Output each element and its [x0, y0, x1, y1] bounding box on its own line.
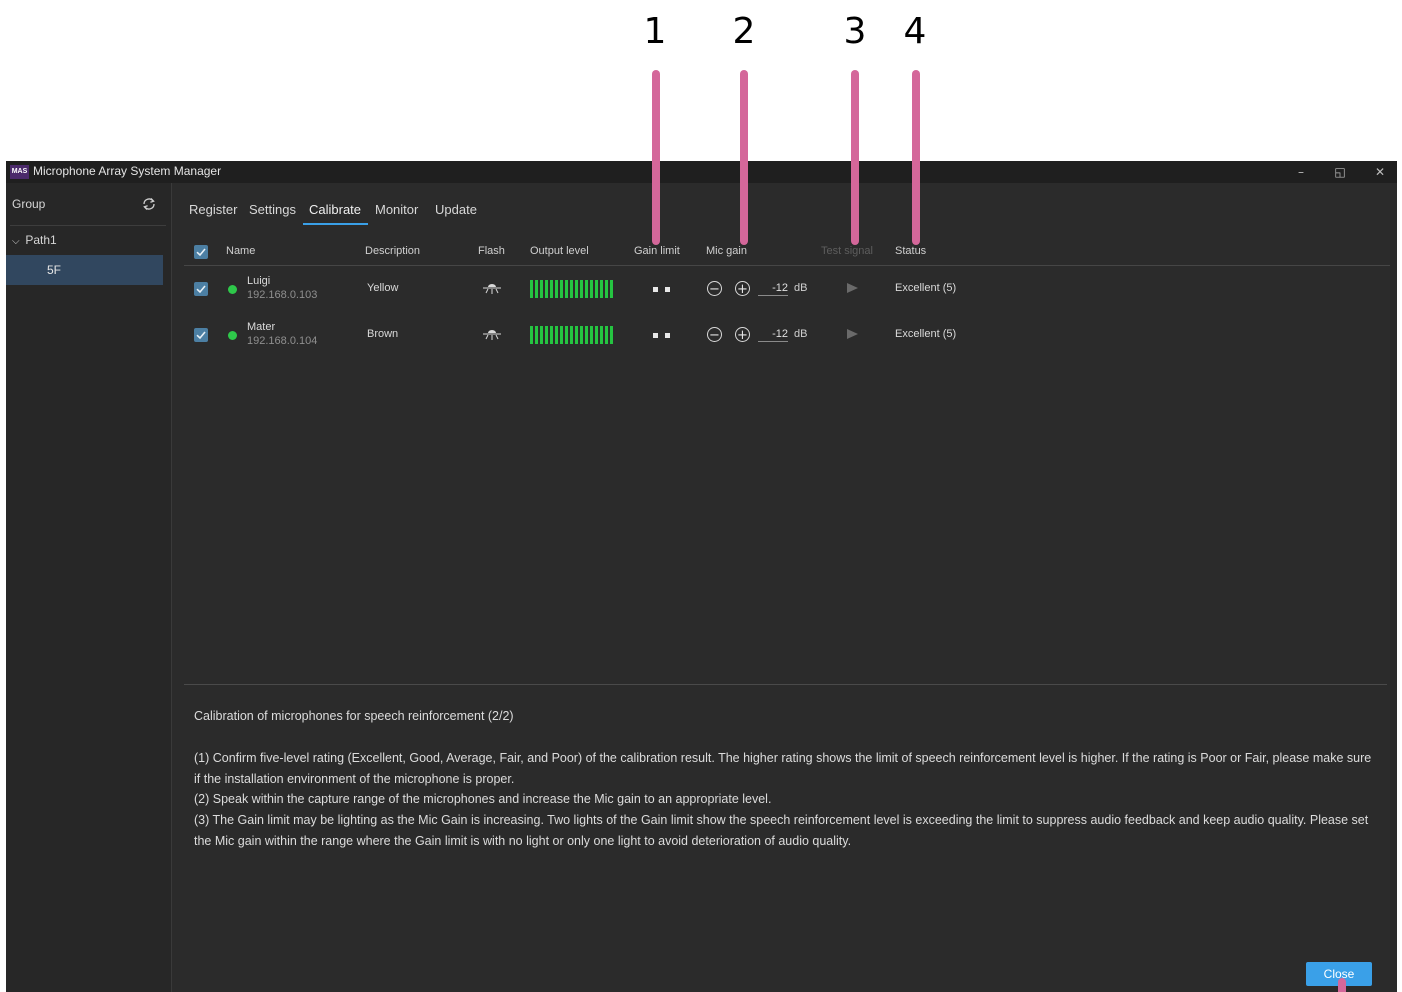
- select-all-checkbox[interactable]: [194, 245, 208, 259]
- refresh-icon[interactable]: [140, 195, 158, 213]
- table-header-divider: [184, 265, 1390, 266]
- tree-item-5f[interactable]: 5F: [6, 255, 163, 285]
- mic-gain-value[interactable]: -12: [758, 282, 788, 296]
- active-tab-indicator: [303, 223, 368, 225]
- info-paragraph-1: (1) Confirm five-level rating (Excellent…: [194, 751, 1372, 786]
- callout-2: 2: [732, 11, 756, 52]
- tab-monitor[interactable]: Monitor: [375, 202, 418, 217]
- info-paragraph-3: (3) The Gain limit may be lighting as th…: [194, 813, 1369, 848]
- group-label: Group: [12, 197, 46, 211]
- tree-floor-label: 5F: [47, 263, 62, 277]
- test-signal-play-icon: [847, 329, 858, 339]
- calibration-status: Excellent (5): [895, 328, 957, 340]
- sidebar-divider: [10, 225, 166, 226]
- chevron-down-icon: ⌵: [12, 236, 20, 247]
- mic-gain-unit: dB: [794, 328, 808, 340]
- gain-limit-light: [665, 287, 670, 292]
- restore-button[interactable]: ◱: [1329, 163, 1351, 181]
- callout-line-1: [652, 70, 660, 245]
- header-mic-gain: Mic gain: [706, 245, 747, 257]
- increase-gain-button[interactable]: +: [735, 327, 750, 343]
- device-description: Yellow: [367, 282, 399, 294]
- callout-line-4: [912, 70, 920, 245]
- connection-status-dot: [228, 285, 237, 294]
- info-paragraph-2: (2) Speak within the capture range of th…: [194, 792, 772, 807]
- device-name: Mater: [247, 321, 276, 333]
- connection-status-dot: [228, 331, 237, 340]
- window-title: Microphone Array System Manager: [33, 164, 222, 178]
- mic-gain-unit: dB: [794, 282, 808, 294]
- row-checkbox[interactable]: [194, 282, 208, 296]
- gain-limit-light: [653, 333, 658, 338]
- flash-led-icon[interactable]: [480, 328, 504, 342]
- device-name: Luigi: [247, 275, 271, 287]
- gain-limit-light: [665, 333, 670, 338]
- device-description: Brown: [367, 328, 399, 340]
- info-body: (1) Confirm five-level rating (Excellent…: [194, 748, 1376, 852]
- header-description[interactable]: Description: [365, 245, 420, 257]
- close-window-button[interactable]: ✕: [1369, 163, 1391, 181]
- callout-line-2: [740, 70, 748, 245]
- header-status: Status: [895, 245, 927, 257]
- info-divider: [184, 684, 1387, 685]
- tab-settings[interactable]: Settings: [249, 202, 296, 217]
- header-test-signal: Test signal: [821, 245, 873, 257]
- app-window: MAS Microphone Array System Manager – ◱ …: [6, 161, 1397, 992]
- calibration-status: Excellent (5): [895, 282, 957, 294]
- tab-update[interactable]: Update: [435, 202, 477, 217]
- increase-gain-button[interactable]: +: [735, 281, 750, 297]
- output-level-meter: [530, 280, 614, 298]
- header-output-level: Output level: [530, 245, 589, 257]
- tree-path-label: Path1: [25, 233, 57, 247]
- title-bar[interactable]: MAS Microphone Array System Manager – ◱ …: [6, 161, 1397, 183]
- device-ip: 192.168.0.104: [247, 335, 318, 347]
- decrease-gain-button[interactable]: −: [707, 327, 722, 343]
- app-logo: MAS: [10, 165, 29, 179]
- gain-limit-light: [653, 287, 658, 292]
- device-ip: 192.168.0.103: [247, 289, 318, 301]
- callout-1: 1: [643, 11, 667, 52]
- header-name[interactable]: Name: [226, 245, 255, 257]
- callout-4: 4: [903, 11, 927, 52]
- test-signal-play-icon: [847, 283, 858, 293]
- tab-register[interactable]: Register: [189, 202, 237, 217]
- mic-gain-value[interactable]: -12: [758, 328, 788, 342]
- tab-calibrate[interactable]: Calibrate: [309, 202, 361, 217]
- group-sidebar: Group ⌵ Path1 5F: [6, 183, 172, 992]
- output-level-meter: [530, 326, 614, 344]
- decrease-gain-button[interactable]: −: [707, 281, 722, 297]
- row-checkbox[interactable]: [194, 328, 208, 342]
- close-callout-pointer: [1338, 978, 1346, 992]
- flash-led-icon[interactable]: [480, 282, 504, 296]
- header-flash: Flash: [478, 245, 505, 257]
- callout-3: 3: [843, 11, 867, 52]
- info-title: Calibration of microphones for speech re…: [194, 709, 514, 723]
- header-gain-limit: Gain limit: [634, 245, 680, 257]
- callout-line-3: [851, 70, 859, 245]
- tree-item-path1[interactable]: ⌵ Path1: [12, 233, 57, 247]
- minimize-button[interactable]: –: [1290, 163, 1312, 181]
